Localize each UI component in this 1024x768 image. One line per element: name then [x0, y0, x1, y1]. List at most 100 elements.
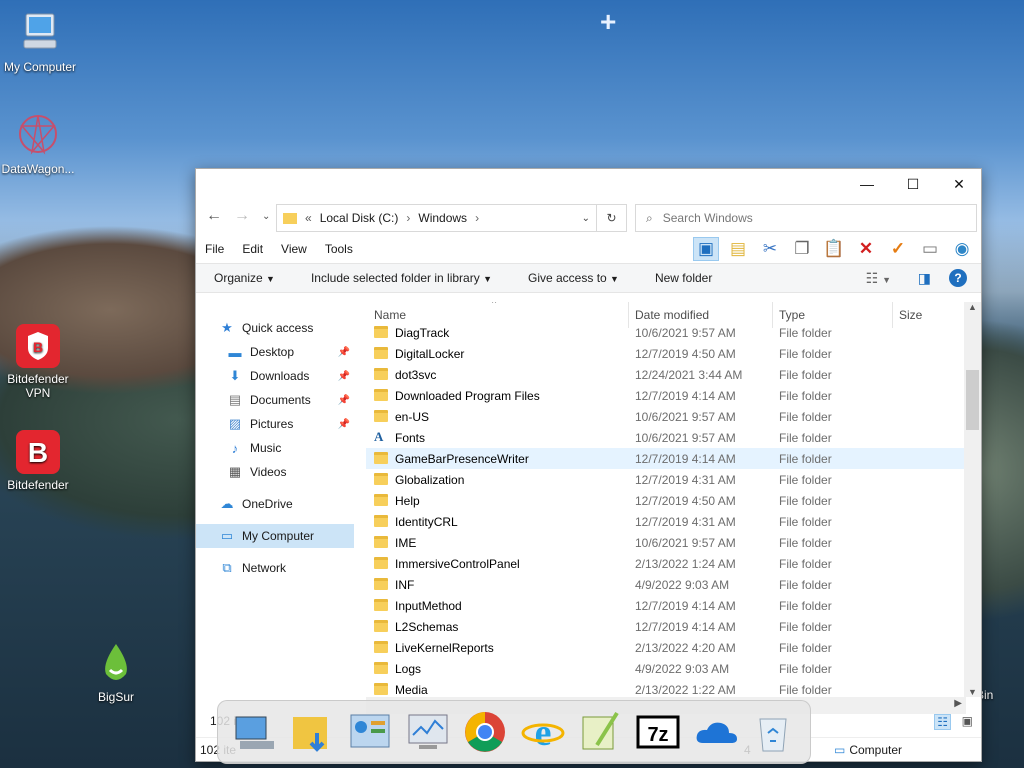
file-row[interactable]: L2Schemas 12/7/2019 4:14 AM File folder — [366, 616, 966, 637]
desktop-icon-bitdefender-vpn[interactable]: B Bitdefender VPN — [0, 322, 76, 400]
scroll-up-icon[interactable]: ▲ — [968, 302, 977, 312]
forward-arrow-icon[interactable]: → — [234, 207, 250, 225]
desktop-icon-bitdefender[interactable]: B Bitdefender — [0, 428, 76, 492]
file-row[interactable]: INF 4/9/2022 9:03 AM File folder — [366, 574, 966, 595]
plus-icon: + — [600, 6, 617, 37]
file-row[interactable]: IdentityCRL 12/7/2019 4:31 AM File folder — [366, 511, 966, 532]
nav-music[interactable]: ♪ Music — [196, 436, 356, 460]
file-row[interactable]: DiagTrack 10/6/2021 9:57 AM File folder — [366, 322, 966, 343]
column-type[interactable]: Type — [779, 308, 805, 322]
file-type: File folder — [779, 640, 832, 655]
give-access-button[interactable]: Give access to ▼ — [510, 271, 637, 285]
nav-network[interactable]: ⧉ Network — [196, 556, 356, 580]
file-row[interactable]: ImmersiveControlPanel 2/13/2022 1:24 AM Fi… — [366, 553, 966, 574]
title-bar[interactable]: — ☐ ✕ — [196, 169, 981, 199]
nav-onedrive[interactable]: ☁ OneDrive — [196, 492, 356, 516]
file-type: File folder — [779, 325, 832, 340]
pin-icon[interactable]: 📌 — [338, 419, 350, 430]
view-options-icon[interactable]: ☷ ▼ — [866, 270, 891, 287]
rename-icon[interactable]: ✓ — [885, 237, 911, 261]
file-row[interactable]: A Fonts 10/6/2021 9:57 AM File folder — [366, 427, 966, 448]
file-row[interactable]: Logs 4/9/2022 9:03 AM File folder — [366, 658, 966, 679]
control-panel-dock-icon[interactable] — [345, 707, 395, 757]
cut-icon[interactable]: ✂ — [757, 237, 783, 261]
nav-documents[interactable]: ▤ Documents 📌 — [196, 388, 356, 412]
menu-edit[interactable]: Edit — [233, 242, 272, 256]
breadcrumb-windows[interactable]: Windows — [418, 211, 467, 225]
desktop-icon-datawagon[interactable]: DataWagon... — [0, 112, 76, 176]
file-row[interactable]: Downloaded Program Files 12/7/2019 4:14 A… — [366, 385, 966, 406]
details-view-icon[interactable]: ☷ — [934, 714, 951, 730]
folder-options-icon[interactable]: ▤ — [725, 237, 751, 261]
delete-icon[interactable]: ✕ — [853, 237, 879, 261]
file-row[interactable]: DigitalLocker 12/7/2019 4:50 AM File folde… — [366, 343, 966, 364]
nav-pictures[interactable]: ▨ Pictures 📌 — [196, 412, 356, 436]
properties-icon[interactable]: ▭ — [917, 237, 943, 261]
address-bar[interactable]: « Local Disk (C:) › Windows › ⌄ ↻ — [276, 204, 627, 232]
breadcrumb-separator[interactable]: › — [406, 211, 410, 225]
chrome-dock-icon[interactable] — [460, 707, 510, 757]
file-row[interactable]: IME 10/6/2021 9:57 AM File folder — [366, 532, 966, 553]
file-row[interactable]: Help 12/7/2019 4:50 AM File folder — [366, 490, 966, 511]
nav-label: Pictures — [250, 417, 294, 431]
nav-my-computer[interactable]: ▭ My Computer — [196, 524, 354, 548]
menu-view[interactable]: View — [272, 242, 316, 256]
folder-icon — [374, 578, 388, 590]
paste-icon[interactable]: 📋 — [821, 237, 847, 261]
file-row[interactable]: en-US 10/6/2021 9:57 AM File folder — [366, 406, 966, 427]
menu-file[interactable]: File — [196, 242, 233, 256]
folder-icon — [374, 368, 388, 380]
downloads-folder-dock-icon[interactable] — [287, 707, 337, 757]
file-row[interactable]: dot3svc 12/24/2021 3:44 AM File folder — [366, 364, 966, 385]
breadcrumb-local-disk[interactable]: Local Disk (C:) — [320, 211, 399, 225]
search-box[interactable]: ⌕ Search Windows — [635, 204, 977, 232]
recycle-bin-dock-icon[interactable] — [748, 707, 798, 757]
breadcrumb-separator[interactable]: › — [475, 211, 479, 225]
vertical-scrollbar[interactable]: ▲ ▼ — [964, 302, 981, 697]
scroll-down-icon[interactable]: ▼ — [968, 687, 977, 697]
task-manager-dock-icon[interactable] — [403, 707, 453, 757]
scroll-right-icon[interactable]: ▶ — [954, 698, 962, 709]
column-size[interactable]: Size — [899, 308, 922, 322]
file-row[interactable]: Globalization 12/7/2019 4:31 AM File folde… — [366, 469, 966, 490]
file-row[interactable]: InputMethod 12/7/2019 4:14 AM File folder — [366, 595, 966, 616]
my-computer-dock-icon[interactable] — [230, 707, 280, 757]
include-library-button[interactable]: Include selected folder in library ▼ — [293, 271, 510, 285]
back-arrow-icon[interactable]: ← — [206, 207, 222, 225]
pin-icon[interactable]: 📌 — [338, 347, 350, 358]
scrollbar-thumb[interactable] — [966, 370, 979, 430]
nav-desktop[interactable]: ▬ Desktop 📌 — [196, 340, 356, 364]
minimize-button[interactable]: — — [844, 169, 890, 199]
copy-icon[interactable]: ❐ — [789, 237, 815, 261]
internet-explorer-dock-icon[interactable]: e — [518, 707, 568, 757]
close-button[interactable]: ✕ — [936, 169, 982, 199]
help-icon[interactable]: ? — [949, 269, 967, 287]
address-dropdown-icon[interactable]: ⌄ — [582, 213, 590, 224]
folder-icon — [374, 326, 388, 338]
file-row[interactable]: GameBarPresenceWriter 12/7/2019 4:14 AM Fi… — [366, 448, 966, 469]
address-overflow[interactable]: « — [305, 211, 312, 225]
pin-icon[interactable]: 📌 — [338, 371, 350, 382]
menu-tools[interactable]: Tools — [316, 242, 362, 256]
preview-pane-icon[interactable]: ▣ — [693, 237, 719, 261]
nav-quick-access[interactable]: ★ Quick access — [196, 316, 356, 340]
new-folder-button[interactable]: New folder — [637, 271, 730, 285]
notepad-plus-plus-dock-icon[interactable] — [575, 707, 625, 757]
organize-button[interactable]: Organize ▼ — [196, 271, 293, 285]
maximize-button[interactable]: ☐ — [890, 169, 936, 199]
7zip-dock-icon[interactable]: 7z — [633, 707, 683, 757]
network-globe-icon[interactable]: ◉ — [949, 237, 975, 261]
pin-icon[interactable]: 📌 — [338, 395, 350, 406]
recent-locations-icon[interactable]: ⌄ — [262, 211, 270, 222]
refresh-icon[interactable]: ↻ — [596, 205, 626, 231]
column-name[interactable]: Name — [374, 308, 406, 322]
details-pane-icon[interactable]: ◨ — [918, 270, 931, 287]
desktop-icon-my-computer[interactable]: My Computer — [2, 10, 78, 74]
onedrive-dock-icon[interactable] — [691, 707, 741, 757]
column-date[interactable]: Date modified — [635, 308, 709, 322]
desktop-icon-bigsur[interactable]: BigSur — [78, 640, 154, 704]
nav-downloads[interactable]: ⬇ Downloads 📌 — [196, 364, 356, 388]
large-icons-view-icon[interactable]: ▣ — [962, 714, 973, 728]
file-row[interactable]: LiveKernelReports 2/13/2022 4:20 AM File f… — [366, 637, 966, 658]
nav-videos[interactable]: ▦ Videos — [196, 460, 356, 484]
